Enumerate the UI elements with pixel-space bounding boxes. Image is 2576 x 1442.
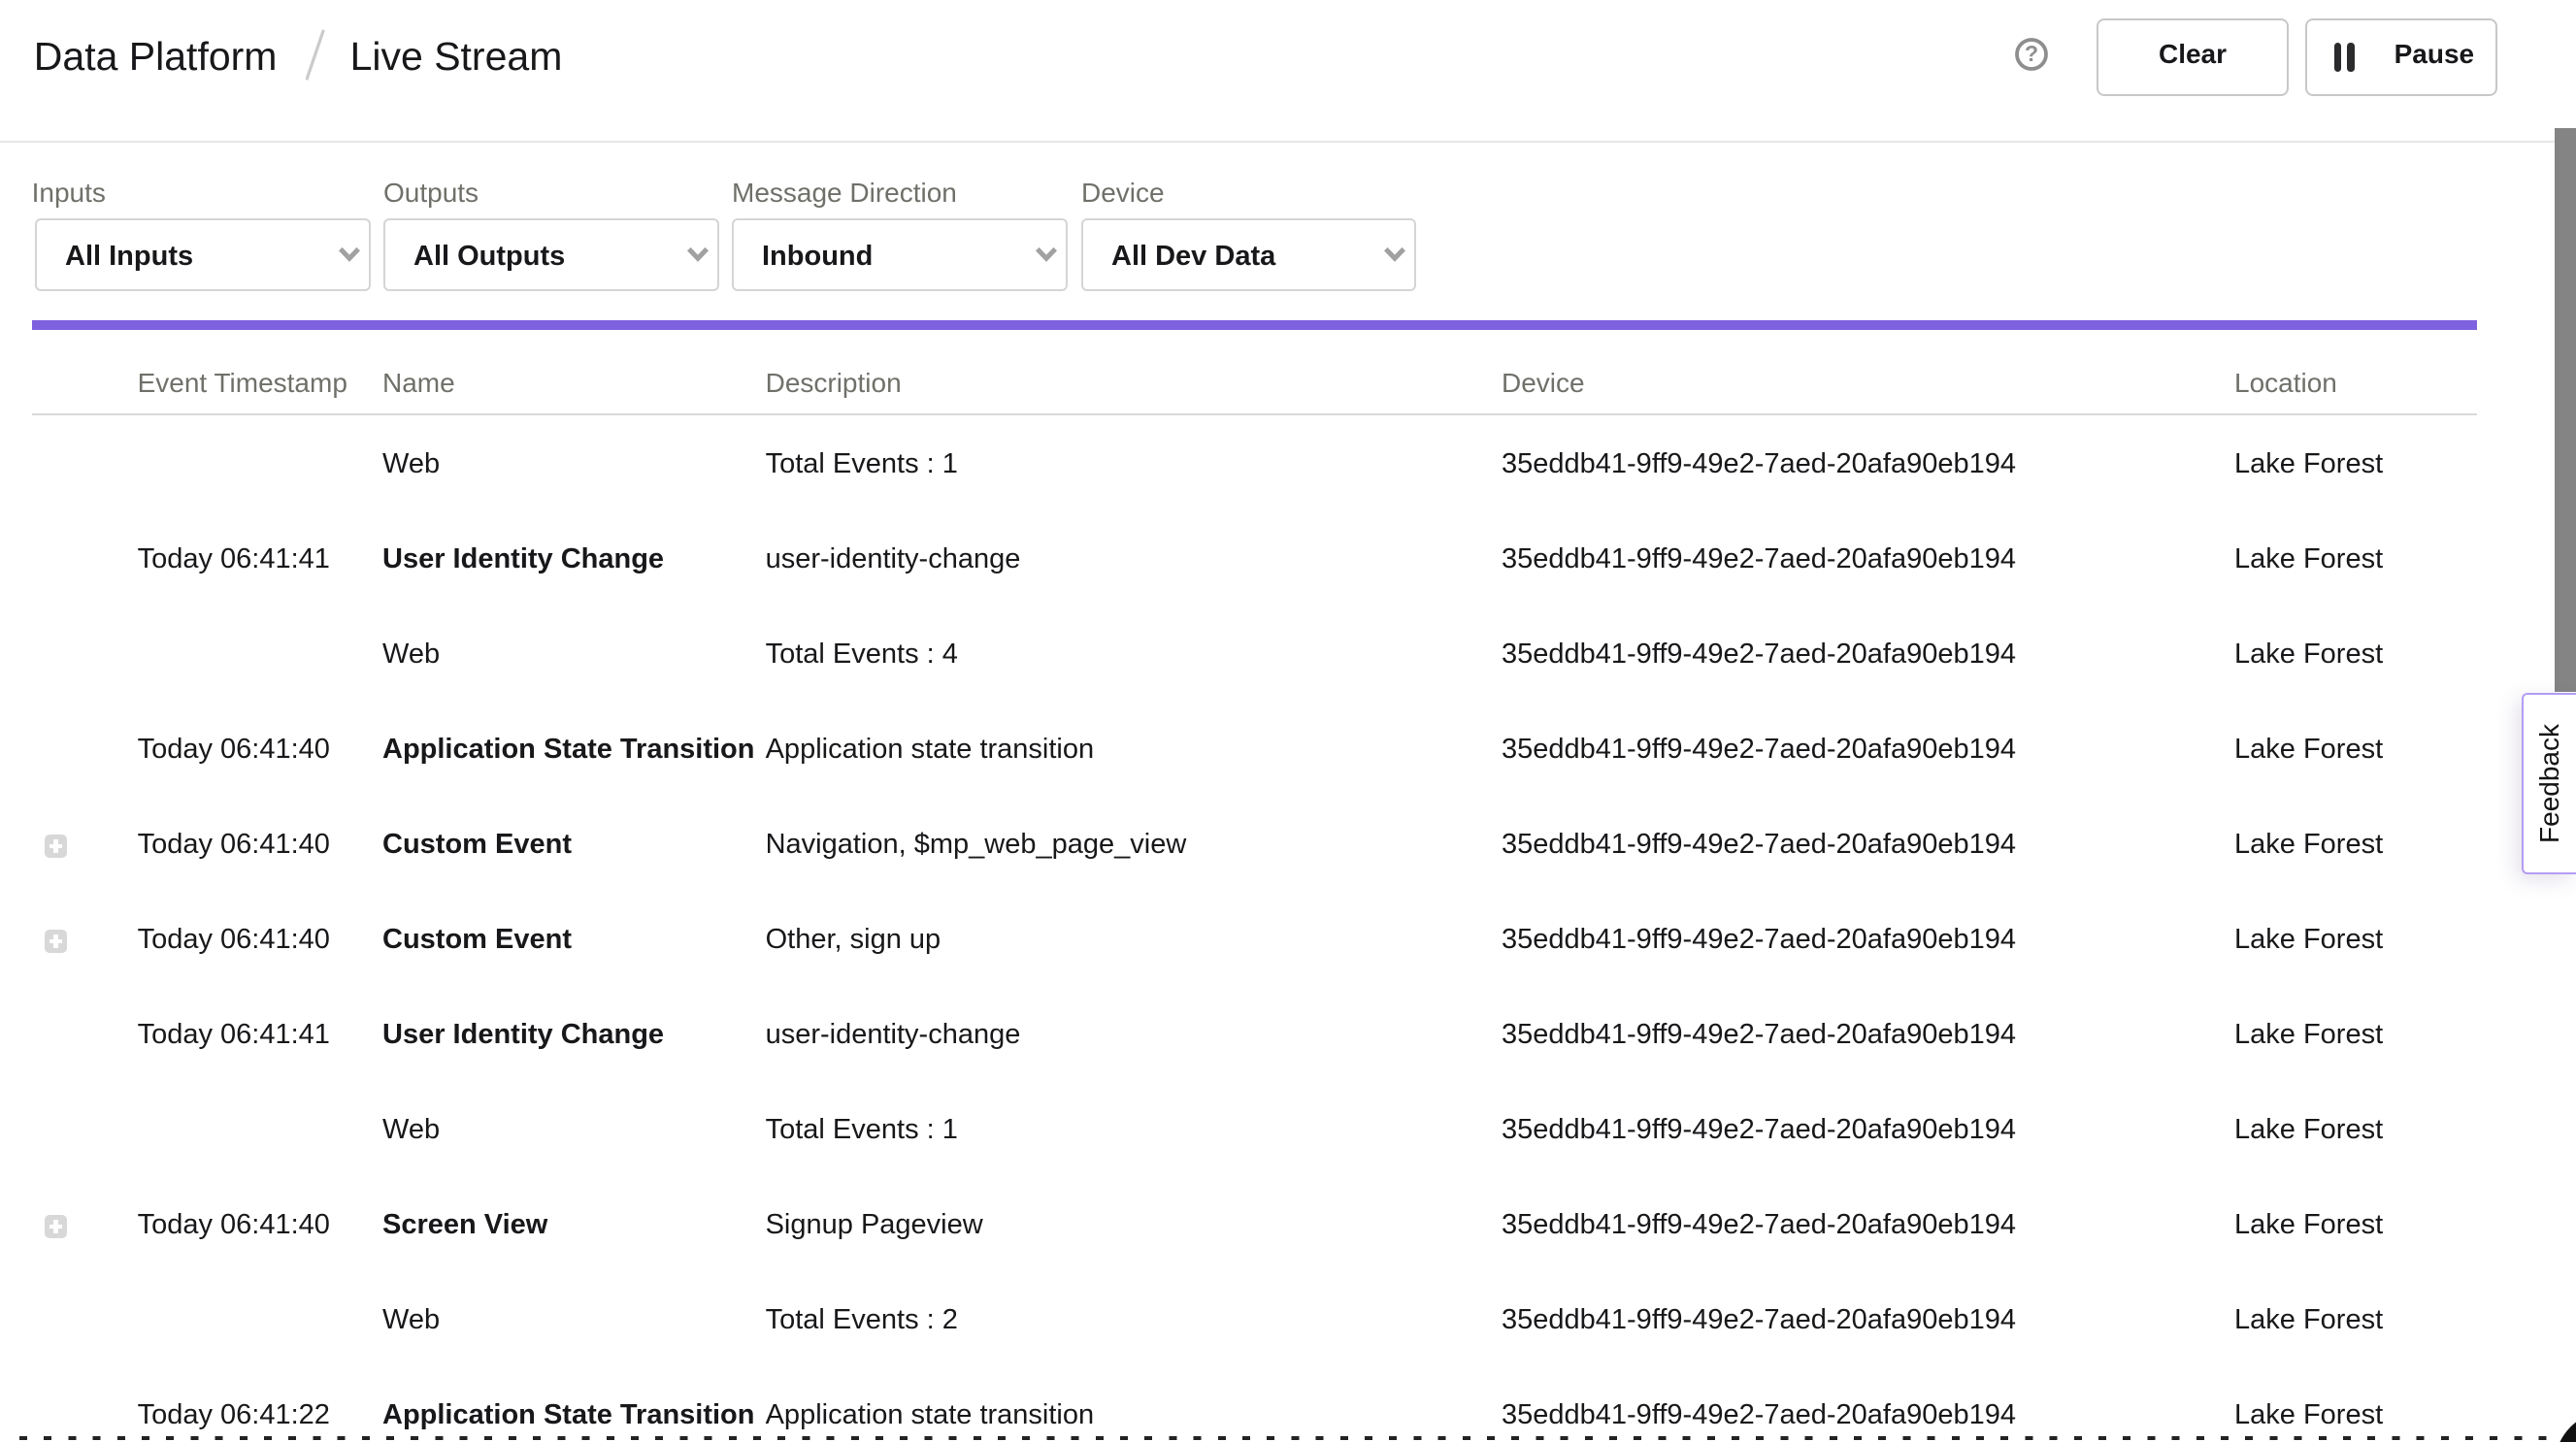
svg-text:?: ? [2025,41,2038,66]
